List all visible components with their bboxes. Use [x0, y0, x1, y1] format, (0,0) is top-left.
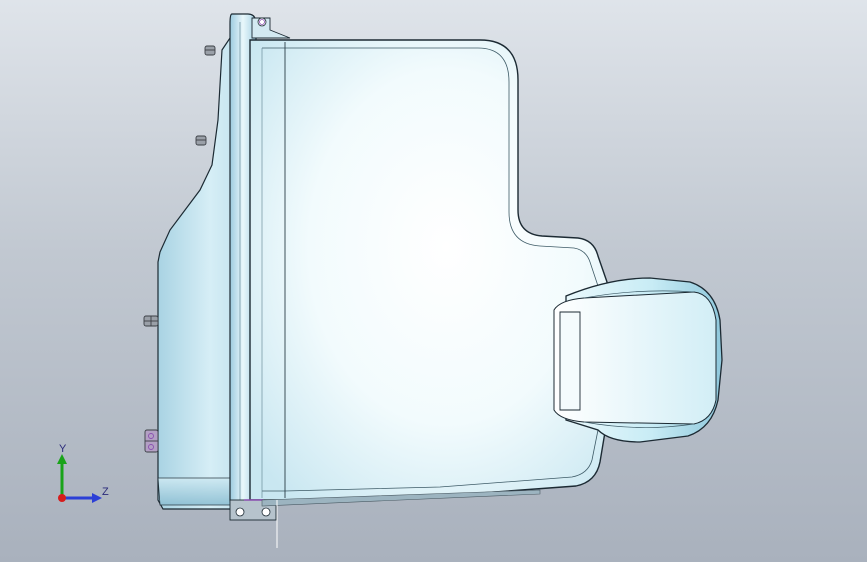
cad-model-view[interactable] [0, 0, 867, 562]
y-axis-label: Y [59, 443, 67, 455]
y-axis-arrow [57, 454, 67, 464]
left-clip-3 [143, 315, 159, 327]
x-axis-origin [58, 494, 66, 502]
top-bracket [251, 17, 291, 39]
left-clip-1 [204, 45, 216, 56]
z-axis-arrow [92, 493, 102, 503]
graphics-viewport[interactable]: Y Z [0, 0, 867, 562]
main-body [249, 39, 608, 501]
left-clip-4 [144, 429, 159, 453]
z-axis-label: Z [102, 486, 109, 498]
left-clip-2 [195, 135, 207, 146]
handle-recess [559, 311, 581, 411]
